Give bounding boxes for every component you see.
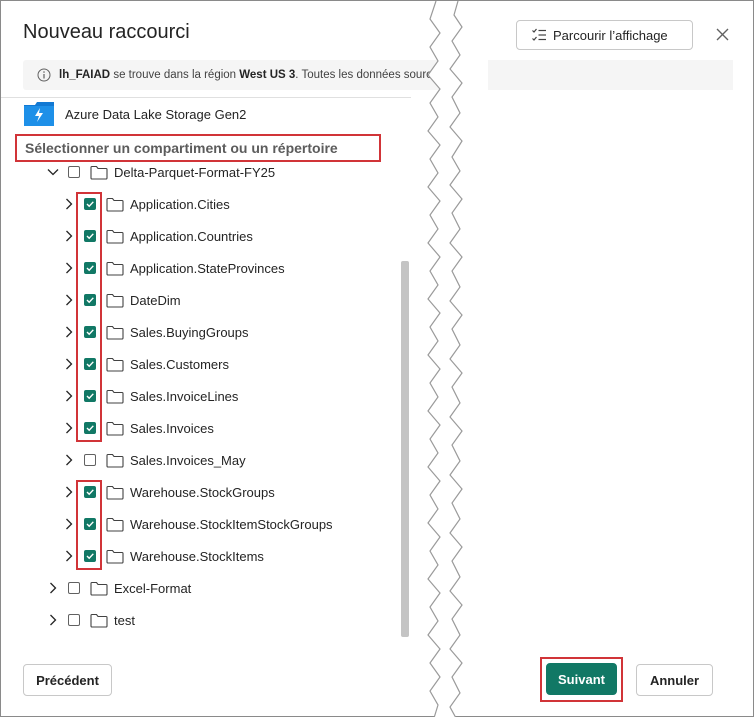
tree-row-child[interactable]: Sales.Invoices_May [62, 444, 246, 476]
chevron-right-icon[interactable] [62, 357, 76, 371]
region-info-bar: lh_FAIAD se trouve dans la région West U… [23, 60, 447, 90]
tree-label: Sales.Invoices_May [130, 452, 246, 468]
chevron-right-icon[interactable] [62, 197, 76, 211]
folder-icon [90, 165, 108, 180]
tree-row-folder[interactable]: test [46, 604, 135, 636]
folder-icon [106, 517, 124, 532]
folder-icon [106, 453, 124, 468]
torn-edge [427, 1, 463, 717]
folder-icon [106, 485, 124, 500]
info-region: West US 3 [239, 69, 296, 81]
source-header: Azure Data Lake Storage Gen2 [23, 101, 246, 127]
browse-view-label: Parcourir l’affichage [553, 27, 668, 43]
chevron-right-icon[interactable] [62, 453, 76, 467]
chevron-right-icon[interactable] [62, 485, 76, 499]
next-button[interactable]: Suivant [546, 663, 617, 695]
chevron-right-icon[interactable] [46, 613, 60, 627]
chevron-right-icon[interactable] [62, 325, 76, 339]
checklist-icon [531, 27, 547, 43]
folder-icon [106, 325, 124, 340]
folder-icon [90, 613, 108, 628]
chevron-right-icon[interactable] [62, 261, 76, 275]
tree-row-folder[interactable]: Excel-Format [46, 572, 191, 604]
checkbox[interactable] [68, 582, 80, 594]
tree-label: Application.Countries [130, 228, 253, 244]
chevron-right-icon[interactable] [62, 517, 76, 531]
folder-icon [106, 549, 124, 564]
chevron-right-icon[interactable] [62, 293, 76, 307]
chevron-right-icon[interactable] [62, 421, 76, 435]
tree-label: Excel-Format [114, 580, 192, 596]
tree-label: Sales.Invoices [130, 420, 214, 436]
tree-label: Application.StateProvinces [130, 260, 285, 276]
highlight-box [76, 480, 102, 570]
close-icon [716, 28, 728, 40]
info-bar-continuation [488, 60, 733, 90]
chevron-down-icon[interactable] [46, 165, 60, 179]
browse-view-button[interactable]: Parcourir l’affichage [516, 20, 693, 50]
tree-row-child[interactable]: Warehouse.StockItemStockGroups [62, 508, 333, 540]
folder-icon [106, 389, 124, 404]
highlight-box [76, 192, 102, 442]
chevron-right-icon[interactable] [62, 389, 76, 403]
info-icon [37, 68, 51, 82]
folder-icon [106, 293, 124, 308]
checkbox[interactable] [68, 614, 80, 626]
close-button[interactable] [711, 23, 733, 45]
cancel-button[interactable]: Annuler [636, 664, 713, 696]
checkbox[interactable] [84, 454, 96, 466]
info-text-a: se trouve dans la région [110, 69, 240, 81]
tree-label: Warehouse.StockGroups [130, 484, 275, 500]
azure-data-lake-icon [23, 101, 55, 127]
folder-icon [90, 581, 108, 596]
tree-label: Delta-Parquet-Format-FY25 [114, 164, 276, 180]
chevron-right-icon[interactable] [46, 581, 60, 595]
divider [1, 97, 411, 98]
dialog-title: Nouveau raccourci [23, 21, 190, 43]
tree-label: Sales.Customers [130, 356, 229, 372]
folder-icon [106, 357, 124, 372]
tree-label: test [114, 612, 135, 628]
previous-button[interactable]: Précédent [23, 664, 112, 696]
folder-icon [106, 229, 124, 244]
tree-label: DateDim [130, 292, 181, 308]
new-shortcut-dialog: Nouveau raccourci Parcourir l’affichage [0, 0, 754, 717]
chevron-right-icon[interactable] [62, 229, 76, 243]
folder-icon [106, 261, 124, 276]
folder-icon [106, 197, 124, 212]
tree-label: Application.Cities [130, 196, 230, 212]
folder-icon [106, 421, 124, 436]
tree-label: Warehouse.StockItemStockGroups [130, 516, 333, 532]
tree-label: Sales.BuyingGroups [130, 324, 249, 340]
tree-label: Warehouse.StockItems [130, 548, 264, 564]
scrollbar[interactable] [401, 261, 409, 637]
chevron-right-icon[interactable] [62, 549, 76, 563]
info-item-name: lh_FAIAD [59, 69, 111, 81]
source-name: Azure Data Lake Storage Gen2 [65, 106, 247, 122]
tree-label: Sales.InvoiceLines [130, 388, 239, 404]
tree-row-root[interactable]: Delta-Parquet-Format-FY25 [46, 156, 275, 188]
checkbox[interactable] [68, 166, 80, 178]
